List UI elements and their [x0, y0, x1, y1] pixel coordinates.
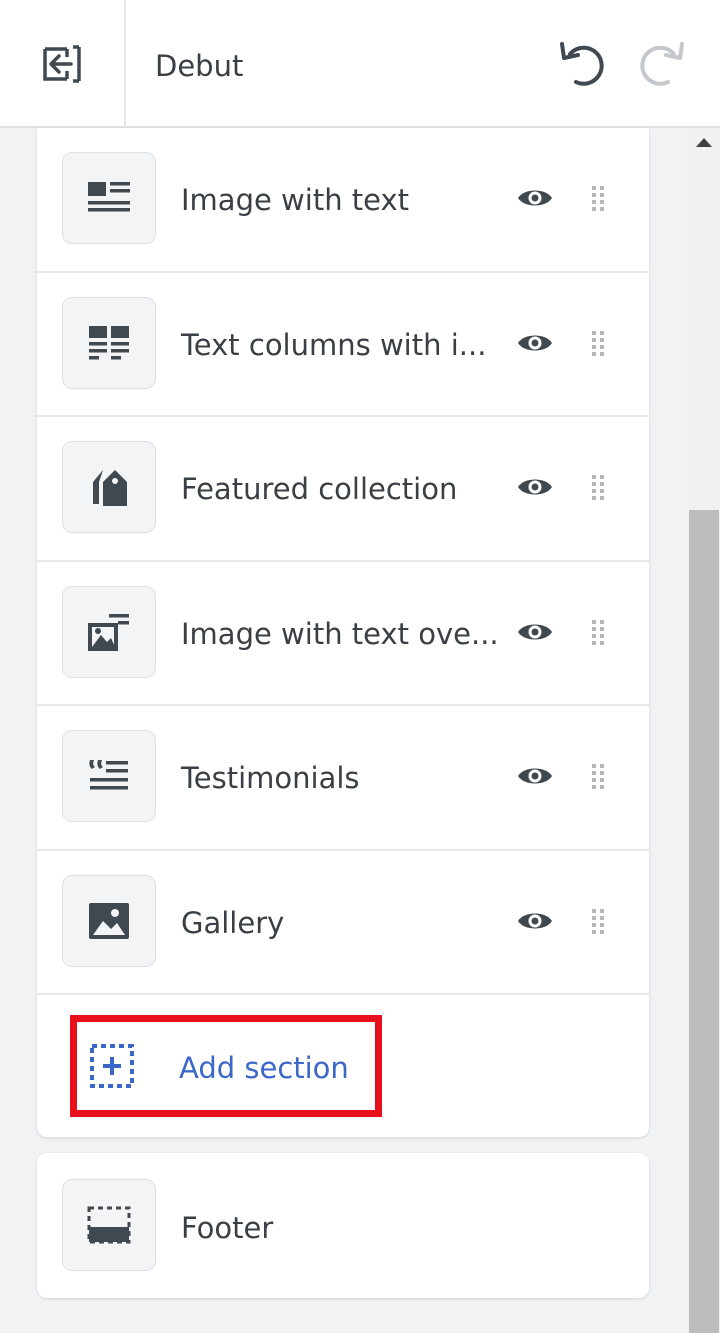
image-overlay-icon [88, 613, 129, 651]
drag-handle-icon [592, 475, 604, 500]
section-label: Gallery [181, 905, 285, 940]
gallery-image-icon [89, 902, 129, 939]
section-tile [62, 152, 156, 244]
collection-tags-icon [93, 470, 127, 506]
visibility-toggle[interactable] [515, 616, 555, 648]
eye-icon [518, 479, 552, 495]
section-item-image-with-text-overlay[interactable]: Image with text ove... [37, 562, 649, 706]
sections-list: Image with text Text columns with i... F… [37, 128, 649, 1137]
undo-button[interactable] [554, 36, 610, 92]
section-item-gallery[interactable]: Gallery [37, 851, 649, 995]
eye-icon [518, 190, 552, 206]
drag-handle[interactable] [589, 182, 607, 214]
redo-button[interactable] [634, 36, 690, 92]
drag-handle-icon [592, 764, 604, 789]
exit-icon [43, 45, 81, 83]
section-label: Image with text [181, 183, 410, 217]
footer-layout-icon [87, 1206, 131, 1244]
theme-editor-panel: Debut Image with text Text columns with … [0, 0, 720, 1333]
visibility-toggle[interactable] [515, 327, 555, 359]
drag-handle-icon [592, 186, 604, 211]
section-item-text-columns[interactable]: Text columns with i... [37, 273, 649, 417]
visibility-toggle[interactable] [515, 471, 555, 503]
add-section-label: Add section [179, 1051, 349, 1085]
visibility-toggle[interactable] [515, 905, 555, 937]
visibility-toggle[interactable] [515, 760, 555, 792]
text-columns-icon [89, 325, 129, 359]
section-tile [62, 874, 156, 967]
section-label: Testimonials [181, 761, 360, 795]
add-section-icon [90, 1044, 134, 1088]
section-tile [62, 730, 156, 822]
section-item-image-with-text[interactable]: Image with text [37, 128, 649, 273]
drag-handle[interactable] [589, 471, 607, 503]
top-bar: Debut [0, 0, 720, 128]
visibility-toggle[interactable] [515, 182, 555, 214]
image-with-text-icon [88, 182, 130, 212]
drag-handle-icon [592, 619, 604, 645]
footer-section[interactable]: Footer [37, 1153, 649, 1298]
section-tile [62, 1179, 156, 1271]
exit-button[interactable] [0, 0, 126, 128]
testimonials-quote-icon [89, 760, 128, 790]
section-item-testimonials[interactable]: Testimonials [37, 706, 649, 851]
theme-name: Debut [155, 49, 244, 83]
section-tile [62, 585, 156, 678]
eye-icon [518, 624, 552, 639]
drag-handle[interactable] [589, 905, 607, 937]
undo-icon [560, 42, 604, 86]
section-label: Text columns with i... [181, 327, 487, 362]
scroll-up-arrow[interactable] [696, 138, 712, 147]
scrollbar[interactable] [688, 128, 720, 1333]
eye-icon [518, 335, 552, 350]
drag-handle[interactable] [589, 327, 607, 359]
add-section-button[interactable]: Add section [70, 1015, 382, 1117]
section-tile [62, 296, 156, 389]
drag-handle-icon [592, 908, 604, 934]
section-tile [62, 441, 156, 533]
drag-handle-icon [592, 330, 604, 356]
section-item-featured-collection[interactable]: Featured collection [37, 417, 649, 562]
eye-icon [518, 913, 552, 928]
scroll-thumb[interactable] [689, 510, 719, 1333]
eye-icon [518, 768, 552, 784]
section-label: Image with text ove... [181, 616, 499, 651]
footer-label: Footer [181, 1211, 274, 1245]
section-label: Featured collection [181, 472, 458, 506]
redo-icon [640, 42, 684, 86]
drag-handle[interactable] [589, 760, 607, 792]
add-section-row: Add section [37, 995, 649, 1139]
drag-handle[interactable] [589, 616, 607, 648]
